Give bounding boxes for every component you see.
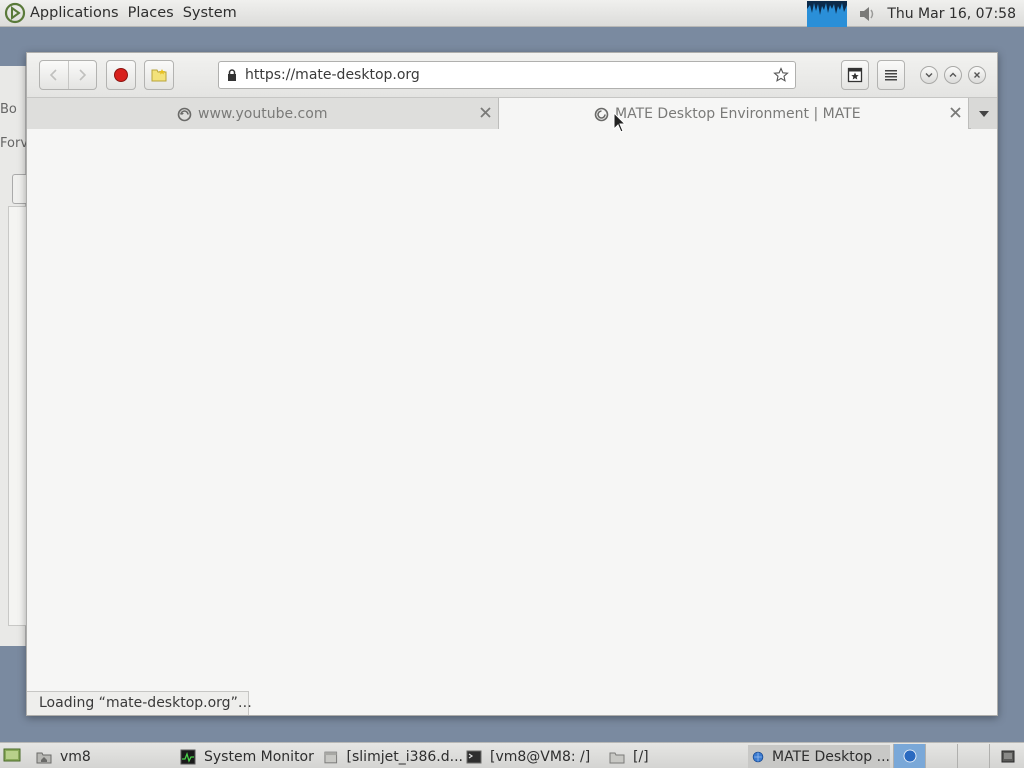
- taskbar-item[interactable]: [slimjet_i386.d...: [323, 745, 463, 768]
- tab-bar: www.youtube.com MATE Desktop Environment…: [27, 98, 997, 129]
- tab-label-group: MATE Desktop Environment | MATE: [594, 106, 861, 122]
- background-window[interactable]: Bo Forv: [0, 66, 29, 646]
- browser-toolbar: https://mate-desktop.org: [27, 53, 997, 98]
- chevron-down-icon: [925, 73, 933, 78]
- workspace-2[interactable]: [925, 744, 957, 768]
- tab-title: www.youtube.com: [198, 106, 328, 122]
- volume-icon[interactable]: [857, 4, 877, 24]
- background-window-text: Bo: [0, 102, 17, 117]
- taskbar-item[interactable]: System Monitor: [180, 745, 320, 768]
- forward-arrow-icon: [79, 69, 87, 81]
- page-content[interactable]: Loading “mate-desktop.org”…: [27, 130, 997, 715]
- close-window-button[interactable]: [968, 66, 986, 84]
- taskbar-item[interactable]: [/]: [609, 745, 739, 768]
- taskbar-item[interactable]: vm8: [36, 745, 176, 768]
- folder-icon: [609, 752, 625, 763]
- taskbar-item-label: [slimjet_i386.d...: [346, 748, 463, 765]
- forward-button[interactable]: [69, 61, 97, 89]
- menu-button[interactable]: [877, 60, 905, 90]
- dropdown-arrow-icon: [979, 110, 989, 117]
- background-window-panel: [8, 206, 26, 626]
- status-bar: Loading “mate-desktop.org”…: [27, 691, 252, 715]
- address-bar[interactable]: https://mate-desktop.org: [218, 61, 796, 89]
- home-folder-icon: [36, 752, 52, 763]
- lock-icon[interactable]: [227, 69, 237, 81]
- tab-youtube[interactable]: www.youtube.com: [27, 98, 498, 129]
- browser-window: https://mate-desktop.org www.youtube.com…: [26, 52, 998, 716]
- system-menu[interactable]: System: [183, 5, 237, 21]
- taskbar-item-active[interactable]: MATE Desktop ...: [748, 745, 890, 768]
- clock[interactable]: Thu Mar 16, 07:58: [887, 6, 1016, 22]
- taskbar-item-label: System Monitor: [204, 748, 314, 765]
- taskbar-item[interactable]: [vm8@VM8: /]: [466, 745, 606, 768]
- loading-favicon-icon: [177, 107, 192, 121]
- tab-label-group: www.youtube.com: [177, 106, 327, 122]
- record-button[interactable]: [106, 60, 136, 90]
- url-text[interactable]: https://mate-desktop.org: [245, 67, 773, 83]
- close-tab-icon[interactable]: [949, 106, 962, 119]
- bookmark-manager-button[interactable]: [841, 60, 869, 90]
- taskbar-item-label: vm8: [60, 748, 91, 765]
- record-icon: [115, 69, 127, 81]
- workspace-3[interactable]: [957, 744, 989, 768]
- applications-menu[interactable]: Applications: [30, 5, 119, 21]
- bookmark-box-icon: [847, 67, 863, 83]
- trash-icon[interactable]: [1000, 749, 1016, 763]
- places-menu[interactable]: Places: [128, 5, 174, 21]
- workspace-1[interactable]: [893, 744, 925, 768]
- tab-mate-desktop[interactable]: MATE Desktop Environment | MATE: [498, 98, 969, 129]
- tab-list-button[interactable]: [971, 98, 997, 129]
- close-tab-icon[interactable]: [479, 106, 492, 119]
- taskbar-item-label: MATE Desktop ...: [772, 748, 890, 765]
- navigation-buttons: [39, 60, 97, 90]
- maximize-button[interactable]: [944, 66, 962, 84]
- bottom-panel: vm8 System Monitor [slimjet_i386.d... [v…: [0, 742, 1024, 768]
- top-panel: Applications Places System Thu Mar 16, 0…: [0, 0, 1024, 27]
- window-thumbnail-icon: [903, 749, 917, 763]
- bookmark-folder-icon: [151, 69, 167, 82]
- close-icon: [974, 72, 980, 78]
- bookmarks-button[interactable]: [144, 60, 174, 90]
- mate-logo-icon[interactable]: [4, 2, 26, 24]
- minimize-button[interactable]: [920, 66, 938, 84]
- browser-icon: [752, 751, 764, 762]
- hamburger-menu-icon: [885, 70, 897, 81]
- chevron-up-icon: [949, 72, 957, 77]
- package-icon: [324, 751, 338, 763]
- cpu-monitor-applet[interactable]: [807, 0, 848, 27]
- background-window-text: Forv: [0, 136, 29, 151]
- back-arrow-icon: [49, 69, 57, 81]
- taskbar-item-label: [vm8@VM8: /]: [490, 748, 591, 765]
- terminal-icon: [466, 750, 482, 763]
- loading-favicon-icon: [594, 107, 609, 121]
- tab-title: MATE Desktop Environment | MATE: [615, 106, 861, 122]
- bookmark-star-icon[interactable]: [773, 67, 789, 83]
- show-desktop-icon[interactable]: [3, 747, 21, 763]
- taskbar-item-label: [/]: [633, 748, 649, 765]
- back-button[interactable]: [40, 61, 68, 89]
- system-monitor-icon: [180, 749, 196, 764]
- workspace-4[interactable]: [989, 744, 1024, 768]
